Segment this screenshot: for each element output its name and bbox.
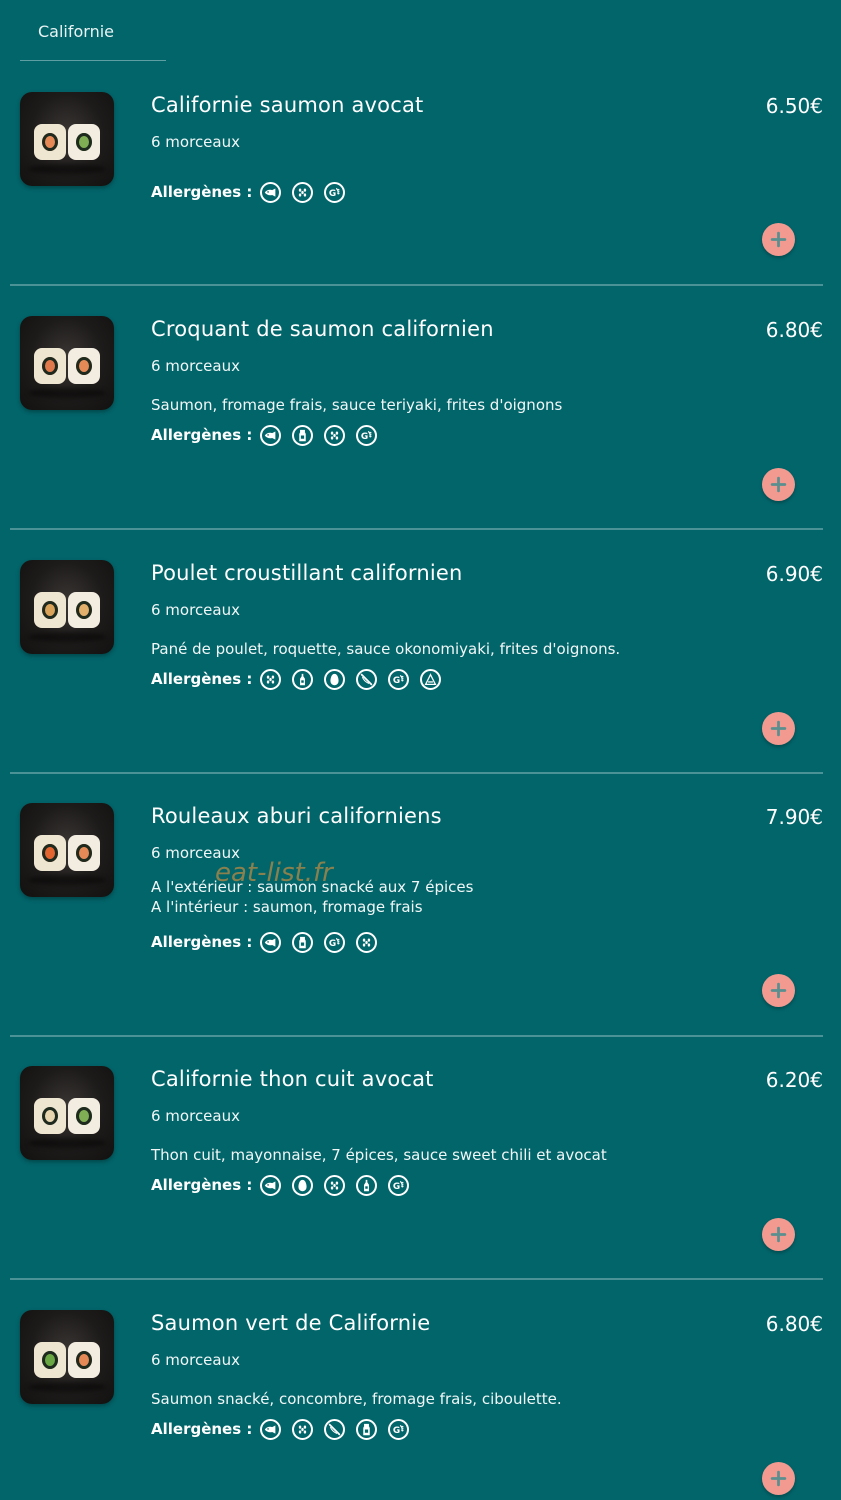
plus-icon [770,1226,787,1243]
menu-item-description: Saumon, fromage frais, sauce teriyaki, f… [151,395,562,415]
menu-item-pieces: 6 morceaux [151,357,240,375]
menu-item-description: Thon cuit, mayonnaise, 7 épices, sauce s… [151,1145,607,1165]
menu-item-image[interactable] [20,316,114,410]
mustard-icon [356,668,378,690]
svg-text:G: G [393,1182,400,1192]
menu-item-description-line: A l'intérieur : saumon, fromage frais [151,898,423,916]
menu-item-pieces: 6 morceaux [151,1107,240,1125]
svg-text:G: G [393,1426,400,1436]
egg-icon [292,1174,314,1196]
watermark: eat-list.fr [215,858,333,888]
plus-icon [770,982,787,999]
allergens-label: Allergènes : [151,183,253,201]
add-to-cart-button[interactable] [762,223,795,256]
item-divider [10,528,823,530]
svg-text:G: G [329,189,336,199]
menu-item-description-line: Thon cuit, mayonnaise, 7 épices, sauce s… [151,1146,607,1164]
allergen-row: Allergènes : G [151,422,388,448]
svg-text:G: G [329,939,336,949]
item-divider [10,772,823,774]
allergens-label: Allergènes : [151,1176,253,1194]
menu-item-title[interactable]: Croquant de saumon californien [151,317,494,341]
menu-item-price: 6.80€ [765,318,823,342]
allergen-row: Allergènes : G [151,1416,420,1442]
menu-item-price: 6.90€ [765,562,823,586]
plus-icon [770,231,787,248]
menu-item-title[interactable]: Californie thon cuit avocat [151,1067,434,1091]
add-to-cart-button[interactable] [762,712,795,745]
menu-item-description-line: Saumon, fromage frais, sauce teriyaki, f… [151,396,563,414]
menu-item-title[interactable]: Poulet croustillant californien [151,561,463,585]
soy-icon [292,668,314,690]
allergen-row: Allergènes : G [151,929,388,955]
allergens-label: Allergènes : [151,1420,253,1438]
allergens-label: Allergènes : [151,933,253,951]
sesame-icon [292,181,314,203]
menu-item-image[interactable] [20,803,114,897]
menu-item-image[interactable] [20,560,114,654]
gluten-icon: G [324,931,346,953]
allergen-row: Allergènes : G [151,179,356,205]
egg-icon [324,668,346,690]
svg-text:G: G [393,676,400,686]
gluten-icon: G [388,1174,410,1196]
milk-icon [292,424,314,446]
sesame-icon [356,931,378,953]
menu-item-price: 6.50€ [765,94,823,118]
category-tab-bar: Californie [0,0,841,61]
allergens-label: Allergènes : [151,426,253,444]
menu-item-description-line: Saumon snacké, concombre, fromage frais,… [151,1390,562,1408]
menu-item-price: 6.80€ [765,1312,823,1336]
item-divider [10,284,823,286]
fish-icon [260,1174,282,1196]
fish-icon [260,424,282,446]
mustard-icon [324,1418,346,1440]
menu-item-description: Pané de poulet, roquette, sauce okonomiy… [151,639,620,659]
celery-icon [420,668,442,690]
milk-icon [356,1418,378,1440]
add-to-cart-button[interactable] [762,974,795,1007]
plus-icon [770,476,787,493]
sesame-icon [324,1174,346,1196]
allergen-row: Allergènes : G [151,1172,420,1198]
soy-icon [356,1174,378,1196]
gluten-icon: G [388,1418,410,1440]
menu-item-description-line: Pané de poulet, roquette, sauce okonomiy… [151,640,621,658]
fish-icon [260,1418,282,1440]
menu-item-image[interactable] [20,92,114,186]
menu-item-pieces: 6 morceaux [151,601,240,619]
add-to-cart-button[interactable] [762,1462,795,1495]
sesame-icon [260,668,282,690]
menu-item-image[interactable] [20,1066,114,1160]
menu-item-title[interactable]: Rouleaux aburi californiens [151,804,442,828]
gluten-icon: G [388,668,410,690]
tab-californie-label: Californie [38,22,115,41]
menu-item-price: 6.20€ [765,1068,823,1092]
milk-icon [292,931,314,953]
menu-item-title[interactable]: Californie saumon avocat [151,93,423,117]
tab-californie[interactable]: Californie [20,0,166,61]
item-divider [10,1035,823,1037]
menu-item-price: 7.90€ [765,805,823,829]
fish-icon [260,181,282,203]
menu-item-pieces: 6 morceaux [151,133,240,151]
svg-text:G: G [361,432,368,442]
gluten-icon: G [356,424,378,446]
gluten-icon: G [324,181,346,203]
allergens-label: Allergènes : [151,670,253,688]
add-to-cart-button[interactable] [762,1218,795,1251]
sesame-icon [292,1418,314,1440]
menu-item-title[interactable]: Saumon vert de Californie [151,1311,430,1335]
menu-item-image[interactable] [20,1310,114,1404]
menu-item-description: Saumon snacké, concombre, fromage frais,… [151,1389,562,1409]
menu-item-pieces: 6 morceaux [151,1351,240,1369]
sesame-icon [324,424,346,446]
fish-icon [260,931,282,953]
item-divider [10,1278,823,1280]
add-to-cart-button[interactable] [762,468,795,501]
plus-icon [770,1470,787,1487]
plus-icon [770,720,787,737]
allergen-row: Allergènes : G [151,666,452,692]
